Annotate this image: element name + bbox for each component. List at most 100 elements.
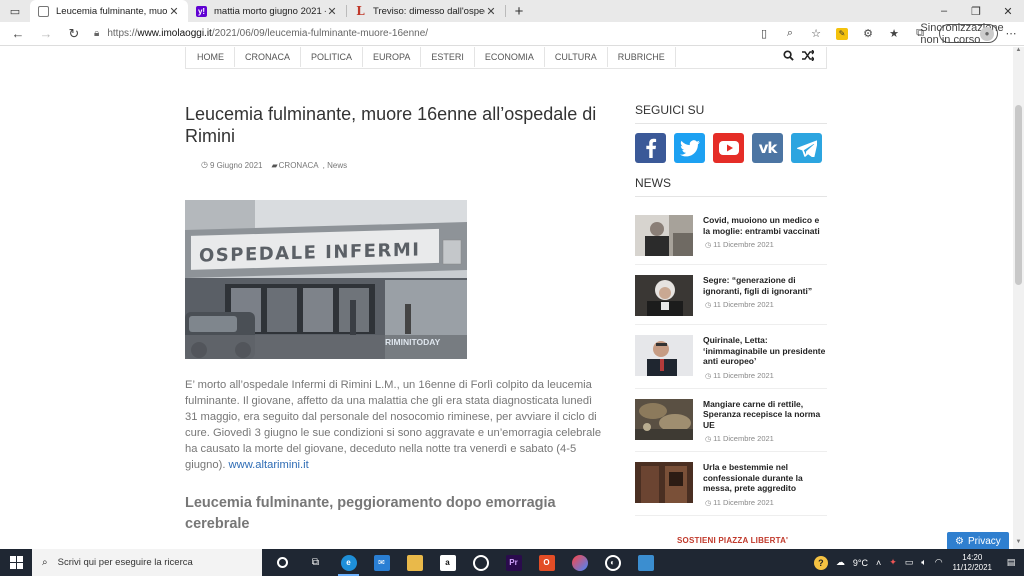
taskbar-search-input[interactable]: ⌕ Scrivi qui per eseguire la ricerca: [32, 549, 262, 576]
sync-button[interactable]: Sincronizzazione non in corso ●: [920, 22, 1003, 46]
volume-icon[interactable]: 🔈︎: [921, 557, 926, 568]
menu-item-rubriche[interactable]: RUBRICHE: [608, 47, 676, 67]
twitter-icon[interactable]: [674, 133, 705, 163]
privacy-button[interactable]: ⚙ Privacy: [947, 532, 1009, 549]
search-icon: ⌕: [42, 557, 48, 568]
news-heading: NEWS: [635, 176, 827, 197]
menu-item-esteri[interactable]: ESTERI: [421, 47, 475, 67]
source-link[interactable]: www.altarimini.it: [229, 459, 309, 471]
category-link-news[interactable]: News: [327, 161, 347, 170]
news-title[interactable]: Covid, muoiono un medico e la moglie: en…: [703, 215, 827, 236]
url-field[interactable]: 🔒︎ https://www.imolaoggi.it/2021/06/09/l…: [94, 24, 634, 44]
vk-icon[interactable]: vk: [752, 133, 783, 163]
list-item[interactable]: Mangiare carne di rettile, Speranza rece…: [635, 398, 827, 452]
news-thumbnail[interactable]: [635, 215, 693, 256]
task-view-icon[interactable]: ⧉: [299, 549, 332, 576]
tab-treviso[interactable]: L Treviso: dimesso dall'ospedale d ✕: [347, 0, 505, 22]
show-hidden-icons-icon[interactable]: ˄: [876, 558, 881, 568]
youtube-icon[interactable]: [713, 133, 744, 163]
news-title[interactable]: Quirinale, Letta: ‘inimmaginabile un pre…: [703, 335, 827, 367]
close-tab-icon[interactable]: ✕: [168, 5, 180, 18]
favorite-add-icon[interactable]: ☆: [803, 22, 829, 46]
telegram-icon[interactable]: [791, 133, 822, 163]
mail-icon[interactable]: ✉: [365, 549, 398, 576]
file-explorer-icon[interactable]: [398, 549, 431, 576]
article-meta: ◷ 9 Giugno 2021 ▰ CRONACA, News: [201, 160, 348, 170]
extension-icon[interactable]: ✎: [836, 27, 848, 40]
new-tab-button[interactable]: +: [506, 0, 532, 22]
list-item[interactable]: Quirinale, Letta: ‘inimmaginabile un pre…: [635, 335, 827, 389]
list-item[interactable]: Urla e bestemmie nel confessionale duran…: [635, 462, 827, 516]
close-tab-icon[interactable]: ✕: [326, 5, 338, 18]
menu-item-cultura[interactable]: CULTURA: [545, 47, 608, 67]
restore-button[interactable]: ❐: [960, 0, 992, 22]
tab-leucemia[interactable]: Leucemia fulminante, muore 16enne ✕: [30, 0, 188, 22]
notifications-icon[interactable]: ▤: [1002, 557, 1020, 568]
svg-text:RIMINITODAY: RIMINITODAY: [385, 337, 441, 347]
antivirus-icon[interactable]: ✦: [889, 557, 897, 568]
news-thumbnail[interactable]: [635, 462, 693, 503]
scroll-down-icon[interactable]: ▼: [1013, 539, 1024, 549]
taskbar-clock[interactable]: 14:20 11/12/2021: [953, 553, 992, 573]
article-subheading: Leucemia fulminante, peggioramento dopo …: [185, 495, 556, 532]
news-thumbnail[interactable]: [635, 275, 693, 316]
media-icon[interactable]: [464, 549, 497, 576]
windows-taskbar: ⌕ Scrivi qui per eseguire la ricerca ⧉ e…: [0, 549, 1024, 576]
cortana-icon[interactable]: [266, 549, 299, 576]
news-title[interactable]: Urla e bestemmie nel confessionale duran…: [703, 462, 827, 494]
news-thumbnail[interactable]: [635, 398, 693, 440]
wifi-icon[interactable]: ◠: [935, 557, 943, 568]
gear-icon: ⚙: [955, 535, 964, 547]
tab-yahoo[interactable]: y! mattia morto giugno 2021 - Risul ✕: [188, 0, 346, 22]
clock-icon: ◷: [705, 302, 712, 309]
premiere-icon[interactable]: Pr: [497, 549, 530, 576]
temperature[interactable]: 9°C: [853, 558, 868, 568]
menu-item-politica[interactable]: POLITICA: [301, 47, 364, 67]
clock-icon: ◷: [705, 436, 712, 443]
folder-icon: ▰: [271, 160, 278, 170]
page-scrollbar[interactable]: ▲ ▼: [1013, 47, 1024, 549]
scroll-up-icon[interactable]: ▲: [1013, 47, 1024, 57]
list-item[interactable]: Segre: “generazione di ignoranti, figli …: [635, 275, 827, 325]
network-icon[interactable]: ▭: [905, 557, 914, 568]
list-item[interactable]: Covid, muoiono un medico e la moglie: en…: [635, 215, 827, 265]
extensions-icon[interactable]: ⚙: [855, 22, 881, 46]
help-icon[interactable]: ?: [813, 555, 828, 570]
shuffle-icon[interactable]: [802, 49, 815, 64]
search-icon[interactable]: [783, 50, 794, 64]
news-thumbnail[interactable]: [635, 335, 693, 376]
address-bar-row: ← → ↻ 🔒︎ https://www.imolaoggi.it/2021/0…: [0, 22, 1024, 46]
facebook-icon[interactable]: [635, 133, 666, 163]
disc-icon[interactable]: ◐: [596, 549, 629, 576]
amazon-icon[interactable]: a: [431, 549, 464, 576]
reload-button[interactable]: ↻: [60, 22, 88, 46]
zoom-icon[interactable]: ⌕: [777, 22, 803, 46]
site-main-menu: HOME CRONACA POLITICA EUROPA ESTERI ECON…: [185, 47, 827, 69]
office-icon[interactable]: O: [530, 549, 563, 576]
menu-item-home[interactable]: HOME: [186, 47, 235, 67]
reader-view-icon[interactable]: ▯: [751, 22, 777, 46]
close-tab-icon[interactable]: ✕: [485, 5, 497, 18]
weather-icon[interactable]: ☁: [836, 557, 845, 568]
browser-tab-bar: ▭ Leucemia fulminante, muore 16enne ✕ y!…: [0, 0, 1024, 22]
lock-icon[interactable]: 🔒︎: [94, 28, 99, 39]
article-date[interactable]: 9 Giugno 2021: [210, 161, 263, 170]
photos-icon[interactable]: [629, 549, 662, 576]
minimize-button[interactable]: –: [928, 0, 960, 22]
tab-actions-icon[interactable]: ▭: [0, 0, 30, 22]
scrollbar-thumb[interactable]: [1015, 105, 1022, 285]
back-button[interactable]: ←: [4, 22, 32, 46]
favorites-icon[interactable]: ★: [881, 22, 907, 46]
category-link-cronaca[interactable]: CRONACA: [279, 161, 319, 170]
close-window-button[interactable]: ✕: [992, 0, 1024, 22]
menu-item-cronaca[interactable]: CRONACA: [235, 47, 302, 67]
news-title[interactable]: Segre: “generazione di ignoranti, figli …: [703, 275, 827, 296]
more-options-icon[interactable]: ⋯: [998, 22, 1024, 46]
start-button[interactable]: [0, 549, 32, 576]
news-title[interactable]: Mangiare carne di rettile, Speranza rece…: [703, 399, 827, 431]
menu-item-europa[interactable]: EUROPA: [363, 47, 422, 67]
paint-icon[interactable]: [563, 549, 596, 576]
menu-item-economia[interactable]: ECONOMIA: [475, 47, 545, 67]
edge-icon[interactable]: e: [332, 549, 365, 576]
forward-button[interactable]: →: [32, 22, 60, 46]
